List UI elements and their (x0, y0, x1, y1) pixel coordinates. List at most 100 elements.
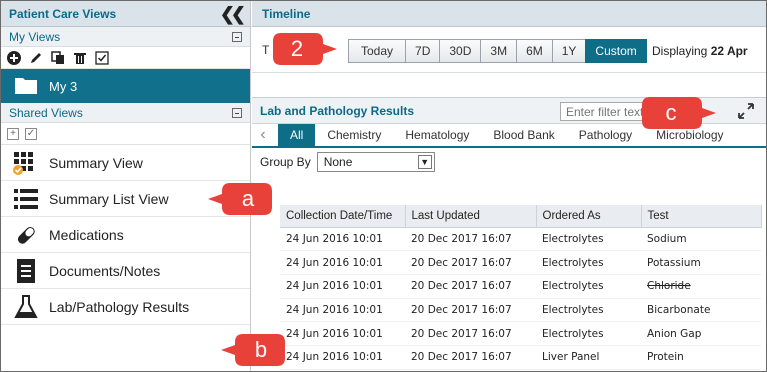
delete-trash-icon[interactable] (73, 51, 87, 65)
shared-views-toolbar: + ✓ (1, 123, 250, 145)
cell: 20 Dec 2017 16:07 (405, 250, 536, 275)
group-by-select[interactable]: None ▼ (316, 152, 435, 172)
group-by-value: None (323, 155, 353, 169)
shared-views-header[interactable]: Shared Views (1, 103, 250, 123)
displaying-value: 22 Apr (710, 44, 748, 58)
cell: 24 Jun 2016 10:01 (280, 227, 405, 252)
my-views-toolbar (1, 47, 250, 69)
tab-pathology[interactable]: Pathology (567, 124, 644, 146)
range-30d-button[interactable]: 30D (439, 39, 482, 63)
cell: Liver Panel (536, 345, 641, 370)
timeline-title: Timeline (262, 6, 311, 21)
cell: Potassium (641, 250, 761, 275)
tab-all[interactable]: All (278, 124, 316, 146)
cell: Electrolytes (536, 227, 641, 252)
flask-icon (13, 294, 39, 320)
callout-2: 2 (269, 31, 339, 67)
my-view-label: My 3 (49, 78, 78, 94)
cell: 24 Jun 2016 10:01 (280, 298, 405, 323)
minimize-icon[interactable] (232, 107, 242, 118)
table-row[interactable]: 24 Jun 2016 10:01 20 Dec 2017 16:07 Elec… (280, 321, 761, 346)
range-button-group: Today 7D 30D 3M 6M 1Y Custom (348, 39, 647, 63)
pill-icon (13, 222, 39, 248)
my-views-label: My Views (9, 29, 61, 44)
tabs-scroll-left-icon[interactable]: ‹ (254, 126, 272, 144)
checkbox-icon[interactable] (95, 50, 109, 65)
table-header-row: Collection Date/Time Last Updated Ordere… (280, 205, 762, 228)
callout-c: c (638, 95, 718, 131)
timeline-header: Timeline (252, 1, 766, 27)
callout-a: a (206, 181, 276, 217)
table-row[interactable]: 24 Jun 2016 10:01 20 Dec 2017 16:07 Elec… (280, 298, 761, 323)
view-item-lab-pathology[interactable]: Lab/Pathology Results (1, 289, 250, 325)
lab-title: Lab and Pathology Results (260, 103, 415, 118)
displaying-prefix: Displaying (652, 44, 708, 58)
my-view-item[interactable]: My 3 (1, 69, 250, 103)
tab-blood-bank[interactable]: Blood Bank (481, 124, 566, 146)
chevron-down-icon[interactable]: ▼ (417, 155, 432, 169)
view-item-label: Lab/Pathology Results (49, 298, 190, 315)
view-item-label: Summary View (49, 154, 143, 171)
cell: 24 Jun 2016 10:01 (280, 250, 405, 275)
edit-pencil-icon[interactable] (29, 51, 43, 65)
callout-b-label: b (254, 337, 268, 362)
tab-hematology[interactable]: Hematology (393, 124, 481, 146)
add-icon[interactable] (7, 50, 21, 65)
column-header[interactable]: Last Updated (405, 205, 537, 228)
column-header[interactable]: Ordered As (536, 205, 642, 228)
panel-title: Patient Care Views (9, 6, 117, 21)
table-row[interactable]: 24 Jun 2016 10:01 20 Dec 2017 16:07 Live… (280, 345, 761, 370)
range-7d-button[interactable]: 7D (405, 39, 441, 63)
cell: 24 Jun 2016 10:01 (280, 321, 405, 346)
callout-a-label: a (241, 186, 255, 211)
app-window: Patient Care Views ❮❮ My Views My 3 Shar… (0, 0, 767, 372)
copy-icon[interactable] (51, 50, 65, 65)
column-header[interactable]: Test (641, 205, 762, 228)
cell: Sodium (641, 227, 761, 252)
range-3m-button[interactable]: 3M (480, 39, 518, 63)
expand-icon[interactable] (738, 103, 754, 119)
list-icon (13, 186, 39, 212)
range-1y-button[interactable]: 1Y (551, 39, 587, 63)
cell: 20 Dec 2017 16:07 (405, 274, 536, 299)
cell: 20 Dec 2017 16:07 (405, 298, 536, 323)
cell: 24 Jun 2016 10:01 (280, 345, 405, 370)
tab-chemistry[interactable]: Chemistry (315, 124, 393, 146)
summary-grid-icon (13, 150, 39, 176)
cell: 20 Dec 2017 16:07 (405, 227, 536, 252)
cell: Electrolytes (536, 298, 641, 323)
displaying-range-text: Displaying 22 Apr (652, 44, 748, 58)
collapse-double-chevron-icon[interactable]: ❮❮ (220, 5, 246, 23)
my-views-header[interactable]: My Views (1, 27, 250, 47)
table-row[interactable]: 24 Jun 2016 10:01 20 Dec 2017 16:07 Elec… (280, 227, 761, 252)
view-item-label: Medications (49, 226, 124, 243)
group-by-label: Group By (260, 155, 311, 169)
expand-all-icon[interactable]: + (7, 127, 19, 140)
document-icon (13, 258, 39, 284)
range-6m-button[interactable]: 6M (516, 39, 553, 63)
callout-c-label: c (665, 100, 677, 125)
cell: Electrolytes (536, 274, 641, 299)
view-item-summary[interactable]: Summary View (1, 145, 250, 181)
table-row[interactable]: 24 Jun 2016 10:01 20 Dec 2017 16:07 Elec… (280, 250, 761, 275)
table-row[interactable]: 24 Jun 2016 10:01 20 Dec 2017 16:07 Elec… (280, 274, 761, 299)
minimize-icon[interactable] (232, 31, 242, 42)
view-item-documents[interactable]: Documents/Notes (1, 253, 250, 289)
cell: Protein (641, 345, 761, 370)
cell: Anion Gap (641, 321, 761, 346)
shared-views-label: Shared Views (9, 105, 83, 120)
callout-b: b (219, 332, 289, 368)
callout-2-label: 2 (290, 36, 304, 61)
view-item-label: Summary List View (49, 190, 169, 207)
cell: Chloride (641, 274, 761, 299)
view-item-medications[interactable]: Medications (1, 217, 250, 253)
cell: Bicarbonate (641, 298, 761, 323)
range-custom-button[interactable]: Custom (585, 39, 647, 63)
view-item-label: Documents/Notes (49, 262, 161, 279)
panel-header: Patient Care Views ❮❮ (1, 1, 250, 27)
folder-icon (15, 76, 37, 97)
range-today-button[interactable]: Today (348, 39, 407, 63)
column-header[interactable]: Collection Date/Time (280, 205, 406, 228)
select-checkbox-icon[interactable]: ✓ (25, 127, 37, 140)
cell: Electrolytes (536, 250, 641, 275)
